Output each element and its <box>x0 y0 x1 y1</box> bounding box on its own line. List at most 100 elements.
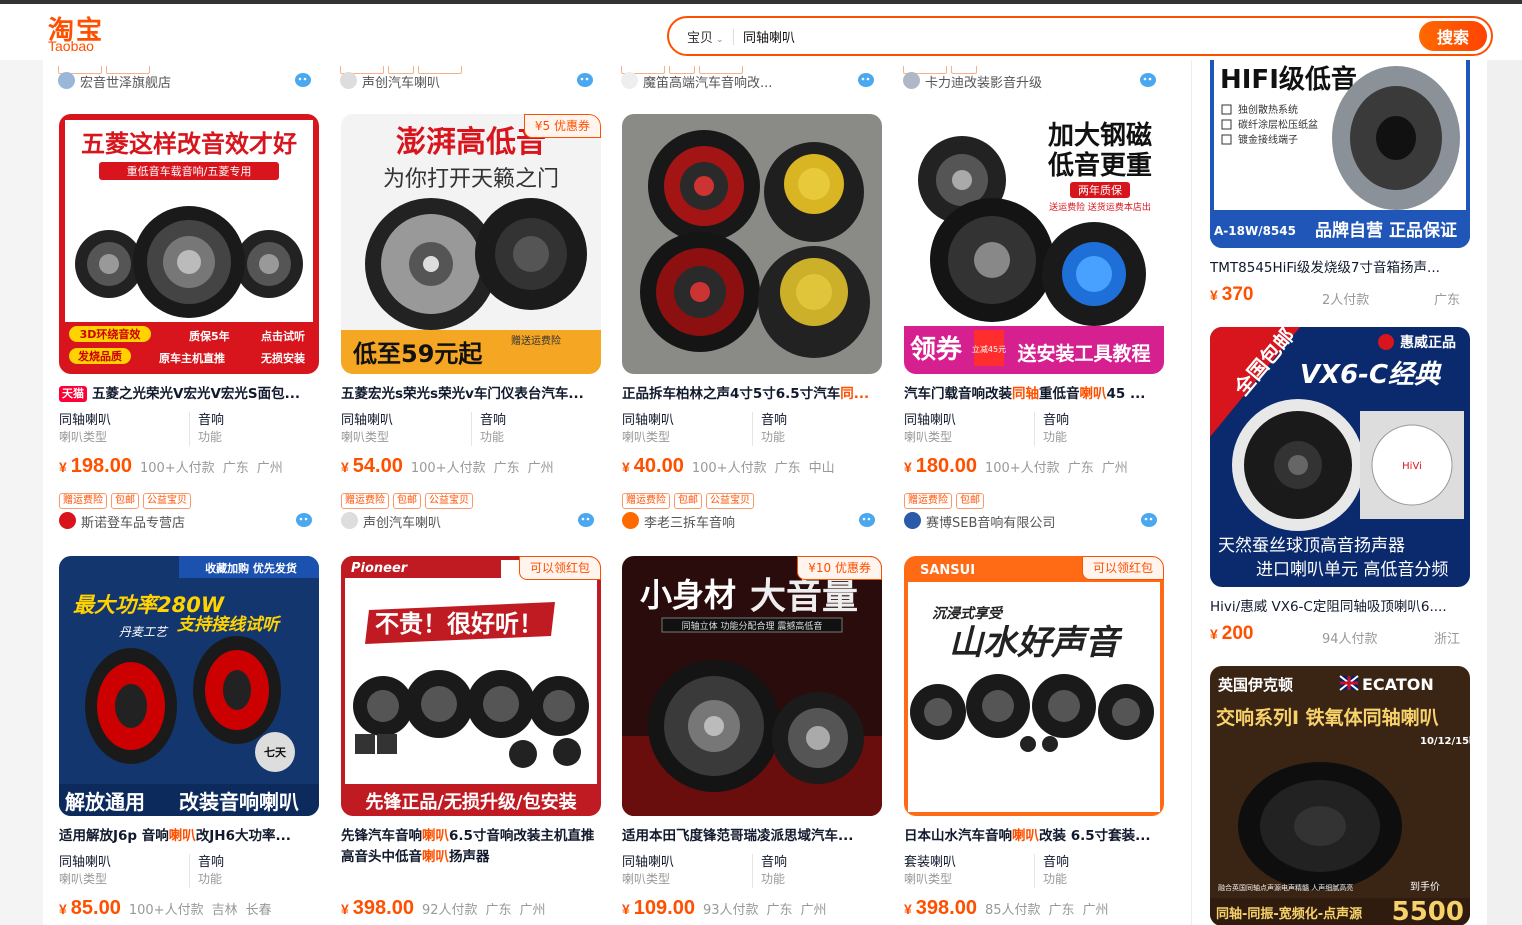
wangwang-chat-icon[interactable] <box>857 72 875 88</box>
prev-row-shop[interactable]: 魔笛高端汽车音响改... <box>621 66 883 91</box>
attr-function: 音响 功能 <box>189 412 319 446</box>
currency-symbol: ¥ <box>1210 287 1218 303</box>
product-card[interactable]: 正品拆车柏林之声4寸5寸6.5寸汽车同... 同轴喇叭 喇叭类型 音响 功能 ¥40… <box>622 114 884 531</box>
ad-image[interactable]: HIFI级低音 独创散热系统 碳纤涂层松压纸盆 镀金接线端子 A-18W/854… <box>1210 60 1470 248</box>
coupon-tag[interactable]: ¥5 优惠券 <box>523 114 601 138</box>
attr-key: 喇叭类型 <box>904 872 953 886</box>
product-title[interactable]: 正品拆车柏林之声4寸5寸6.5寸汽车同... <box>622 384 884 405</box>
page-right-gutter <box>1487 60 1522 925</box>
taobao-logo-en[interactable]: Taobao <box>48 38 94 54</box>
badge: 包邮 <box>111 493 139 509</box>
coupon-tag[interactable]: ¥10 优惠券 <box>797 556 882 580</box>
price-line: ¥198.00 100+人付款 广东 广州 <box>59 455 321 481</box>
price: ¥398.00 <box>341 897 414 919</box>
product-title[interactable]: 适用本田飞度锋范哥瑞凌派思域汽车... <box>622 826 884 847</box>
red-packet-tag[interactable]: 可以领红包 <box>1081 556 1164 580</box>
ad-title[interactable]: Hivi/惠威 VX6-C定阻同轴吸顶喇叭6.... <box>1210 595 1462 615</box>
price-value: 398.00 <box>352 897 414 919</box>
ad-card[interactable]: 英国伊克顿 ECATON 交响系列Ⅰ 铁氧体同轴喇叭 10/12/15吋 融合英… <box>1210 666 1470 925</box>
product-card[interactable]: SANSUI 沉浸式享受 山水好声音 可以领红包 日本山水汽车音响喇叭改装 6.… <box>904 556 1166 925</box>
currency-symbol: ¥ <box>622 901 630 917</box>
attr-key: 喇叭类型 <box>904 430 953 444</box>
ad-headline: HIFI级低音 <box>1220 64 1357 95</box>
ad-card[interactable]: HIFI级低音 独创散热系统 碳纤涂层松压纸盆 镀金接线端子 A-18W/854… <box>1210 60 1470 308</box>
image-check1: 质保5年 <box>189 329 230 343</box>
image-sub: 沉浸式享受 <box>932 605 1004 622</box>
attr-key: 功能 <box>480 430 505 444</box>
search-category-select[interactable]: 宝贝 ⌄ <box>687 27 724 46</box>
image-headline: 五菱这样改音效才好 <box>81 130 297 158</box>
wangwang-chat-icon[interactable] <box>1139 72 1157 88</box>
wangwang-chat-icon[interactable] <box>1140 512 1158 528</box>
title-highlight: 喇叭 <box>1012 828 1039 844</box>
badge: 包邮 <box>393 493 421 509</box>
shop-link[interactable]: 斯诺登车品专营店 <box>59 510 321 531</box>
product-title[interactable]: 先锋汽车音响喇叭6.5寸音响改装主机直推高音头中低音喇叭扬声器 <box>341 826 603 868</box>
title-text: 45 ... <box>1106 386 1146 402</box>
location-city: 广州 <box>519 903 546 918</box>
wangwang-chat-icon[interactable] <box>858 512 876 528</box>
ad-title[interactable]: TMT8545HiFi级发烧级7寸音箱扬声... <box>1210 256 1462 276</box>
sales-count: 93人付款 <box>702 903 759 918</box>
prev-row-shop[interactable]: 卡力迪改装影音升级 <box>903 66 1165 91</box>
product-title[interactable]: 适用解放J6p 音响喇叭改JH6大功率... <box>59 826 321 847</box>
location-province: 吉林 <box>211 903 238 918</box>
product-card[interactable]: 澎湃高低音 为你打开天籁之门 低至59元起 赠送运费险 ¥5 优惠券 五菱宏光s… <box>341 114 603 531</box>
product-image[interactable]: 收藏加购 优先发货 最大功率280W 丹麦工艺 支持接线试听 七天 解放通用 改… <box>59 556 319 816</box>
ad-sales: 94人付款 <box>1322 632 1378 647</box>
shop-link[interactable]: 赛博SEB音响有限公司 <box>904 510 1166 531</box>
red-packet-tag[interactable]: 可以领红包 <box>518 556 601 580</box>
product-title[interactable]: 五菱宏光s荣光s荣光v车门仪表台汽车... <box>341 384 603 405</box>
product-card[interactable]: Pioneer 不贵！很好听！ 先锋正品/无损升级/包安装 可以领红包 先锋汽车… <box>341 556 603 925</box>
image-sub1: 丹麦工艺 <box>119 625 169 639</box>
currency-symbol: ¥ <box>904 901 912 917</box>
wangwang-chat-icon[interactable] <box>576 72 594 88</box>
currency-symbol: ¥ <box>1210 626 1218 642</box>
search-category-label: 宝贝 <box>687 31 714 46</box>
product-title[interactable]: 日本山水汽车音响喇叭改装 6.5寸套装... <box>904 826 1166 847</box>
price-value: 370 <box>1221 284 1254 305</box>
product-card[interactable]: 五菱这样改音效才好 重低音车载音响/五菱专用 3D环绕音效 发烧品质 质保5年 … <box>59 114 321 531</box>
wangwang-chat-icon[interactable] <box>295 512 313 528</box>
product-image[interactable]: 澎湃高低音 为你打开天籁之门 低至59元起 赠送运费险 ¥5 优惠券 <box>341 114 601 374</box>
product-image[interactable]: Pioneer 不贵！很好听！ 先锋正品/无损升级/包安装 可以领红包 <box>341 556 601 816</box>
attr-key: 喇叭类型 <box>622 430 671 444</box>
ad-card[interactable]: 全国包邮 惠威正品 VX6-C经典 HiVi 天然蚕丝球顶高音扬声器 进口喇叭单… <box>1210 327 1470 647</box>
ad-headline: VX6-C经典 <box>1300 360 1442 390</box>
product-image[interactable]: 五菱这样改音效才好 重低音车载音响/五菱专用 3D环绕音效 发烧品质 质保5年 … <box>59 114 319 374</box>
shop-link[interactable]: 李老三拆车音响 <box>622 510 884 531</box>
image-top: 收藏加购 优先发货 <box>205 561 297 575</box>
product-card[interactable]: 加大钢磁 低音更重 两年质保 送运费险 送货运费本店出 领券 立减45元 送安装… <box>904 114 1166 531</box>
badge: 包邮 <box>674 493 702 509</box>
product-image[interactable]: 小身材 大音量 同轴立体 功能分配合理 震撼高低音 ¥10 优惠券 <box>622 556 882 816</box>
shop-name: 魔笛高端汽车音响改... <box>643 76 773 91</box>
prev-row-shop[interactable]: 声创汽车喇叭 <box>340 66 602 91</box>
ad-image[interactable]: 全国包邮 惠威正品 VX6-C经典 HiVi 天然蚕丝球顶高音扬声器 进口喇叭单… <box>1210 327 1470 587</box>
prev-row-shop[interactable]: 宏音世泽旗舰店 <box>58 66 320 91</box>
attr-value: 同轴喇叭 <box>59 413 112 428</box>
attr-value: 音响 <box>761 413 788 428</box>
badge: 公益宝贝 <box>143 493 191 509</box>
title-text: 五菱之光荣光V宏光V宏光S面包... <box>92 386 301 402</box>
price-value: 200 <box>1221 623 1254 644</box>
attr-key: 功能 <box>198 872 223 886</box>
product-image[interactable]: SANSUI 沉浸式享受 山水好声音 可以领红包 <box>904 556 1164 816</box>
title-text: 改JH6大功率... <box>195 828 291 844</box>
product-card[interactable]: 收藏加购 优先发货 最大功率280W 丹麦工艺 支持接线试听 七天 解放通用 改… <box>59 556 321 925</box>
search-button[interactable]: 搜索 <box>1419 21 1487 51</box>
ad-line1: 天然蚕丝球顶高音扬声器 <box>1218 536 1405 556</box>
ad-image[interactable]: 英国伊克顿 ECATON 交响系列Ⅰ 铁氧体同轴喇叭 10/12/15吋 融合英… <box>1210 666 1470 925</box>
price-line: ¥398.00 92人付款 广东 广州 <box>341 897 603 923</box>
search-input[interactable] <box>743 23 1343 49</box>
wangwang-chat-icon[interactable] <box>294 72 312 88</box>
product-image[interactable] <box>622 114 882 374</box>
attr-key: 功能 <box>198 430 223 444</box>
product-title[interactable]: 汽车门载音响改装同轴重低音喇叭45 ... <box>904 384 1166 405</box>
wangwang-chat-icon[interactable] <box>577 512 595 528</box>
shop-link[interactable]: 声创汽车喇叭 <box>341 510 603 531</box>
ad-feature: 碳纤涂层松压纸盆 <box>1238 118 1318 131</box>
product-image[interactable]: 加大钢磁 低音更重 两年质保 送运费险 送货运费本店出 领券 立减45元 送安装… <box>904 114 1164 374</box>
product-title[interactable]: 天猫 五菱之光荣光V宏光V宏光S面包... <box>59 384 321 405</box>
product-card[interactable]: 小身材 大音量 同轴立体 功能分配合理 震撼高低音 ¥10 优惠券 适用本田飞度… <box>622 556 884 925</box>
price: ¥398.00 <box>904 897 977 919</box>
